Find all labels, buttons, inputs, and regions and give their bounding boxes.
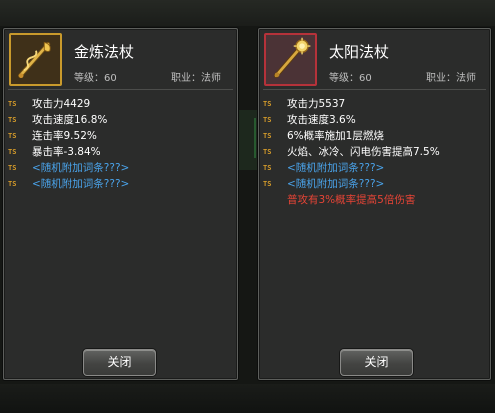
golden-staff-icon — [9, 33, 62, 86]
ts-tag-icon: TS — [8, 180, 17, 188]
item-tooltip-left: 金炼法杖 等级：60 职业：法师 TS 攻击力4429 TS 攻击速度16.8% T… — [3, 28, 238, 380]
attribute-row: TS <随机附加词条???> — [8, 176, 129, 192]
random-affix-text: <随机附加词条???> — [32, 178, 130, 190]
item-name: 金炼法杖 — [74, 43, 135, 61]
game-background-bottom — [0, 384, 495, 413]
attribute-text: 6%概率施加1层燃烧 — [287, 130, 384, 142]
attribute-list: TS 攻击力5537 TS 攻击速度3.6% TS 6%概率施加1层燃烧 TS 火焰、冰… — [263, 96, 440, 208]
ts-tag-icon: TS — [8, 148, 17, 156]
attribute-list: TS 攻击力4429 TS 攻击速度16.8% TS 连击率9.52% TS 暴击率-3… — [8, 96, 129, 192]
item-class: 职业：法师 — [171, 73, 221, 84]
attribute-row: TS 攻击速度16.8% — [8, 112, 129, 128]
ts-tag-icon: TS — [263, 164, 272, 172]
attribute-row: TS 攻击力5537 — [263, 96, 440, 112]
ts-tag-icon: TS — [263, 180, 272, 188]
ts-tag-icon: TS — [263, 132, 272, 140]
sun-staff-icon — [264, 33, 317, 86]
attribute-row: TS <随机附加词条???> — [263, 176, 440, 192]
item-class: 职业：法师 — [426, 73, 476, 84]
item-tooltip-right: 太阳法杖 等级：60 职业：法师 TS 攻击力5537 TS 攻击速度3.6% TS… — [258, 28, 491, 380]
attribute-text: 攻击力5537 — [287, 98, 346, 110]
ts-tag-icon: TS — [263, 116, 272, 124]
item-level: 等级：60 — [74, 73, 117, 84]
attribute-row: TS 暴击率-3.84% — [8, 144, 129, 160]
attribute-row: TS <随机附加词条???> — [8, 160, 129, 176]
attribute-text: 攻击速度3.6% — [287, 114, 356, 126]
ts-tag-icon: TS — [263, 100, 272, 108]
close-button[interactable]: 关闭 — [83, 349, 156, 376]
ts-tag-icon: TS — [8, 132, 17, 140]
ts-tag-icon: TS — [263, 148, 272, 156]
attribute-row: TS 火焰、冰冷、闪电伤害提高7.5% — [263, 144, 440, 160]
attribute-text: 攻击力4429 — [32, 98, 91, 110]
random-affix-text: <随机附加词条???> — [287, 162, 385, 174]
attribute-row: TS 攻击力4429 — [8, 96, 129, 112]
item-name: 太阳法杖 — [329, 43, 390, 61]
special-effect-row: 普攻有3%概率提高5倍伤害 — [263, 192, 440, 208]
random-affix-text: <随机附加词条???> — [32, 162, 130, 174]
attribute-text: 连击率9.52% — [32, 130, 97, 142]
attribute-text: 攻击速度16.8% — [32, 114, 108, 126]
item-level: 等级：60 — [329, 73, 372, 84]
game-background-top — [0, 0, 495, 26]
game-background-fragment — [237, 110, 259, 170]
attribute-row: TS 6%概率施加1层燃烧 — [263, 128, 440, 144]
attribute-row: TS <随机附加词条???> — [263, 160, 440, 176]
divider — [8, 89, 233, 90]
attribute-text: 火焰、冰冷、闪电伤害提高7.5% — [287, 146, 440, 158]
ts-tag-icon: TS — [8, 116, 17, 124]
ts-tag-icon: TS — [8, 164, 17, 172]
attribute-text: 暴击率-3.84% — [32, 146, 101, 158]
attribute-row: TS 攻击速度3.6% — [263, 112, 440, 128]
attribute-row: TS 连击率9.52% — [8, 128, 129, 144]
divider — [263, 89, 486, 90]
random-affix-text: <随机附加词条???> — [287, 178, 385, 190]
close-button[interactable]: 关闭 — [340, 349, 413, 376]
special-effect-text: 普攻有3%概率提高5倍伤害 — [287, 194, 416, 206]
ts-tag-icon: TS — [8, 100, 17, 108]
